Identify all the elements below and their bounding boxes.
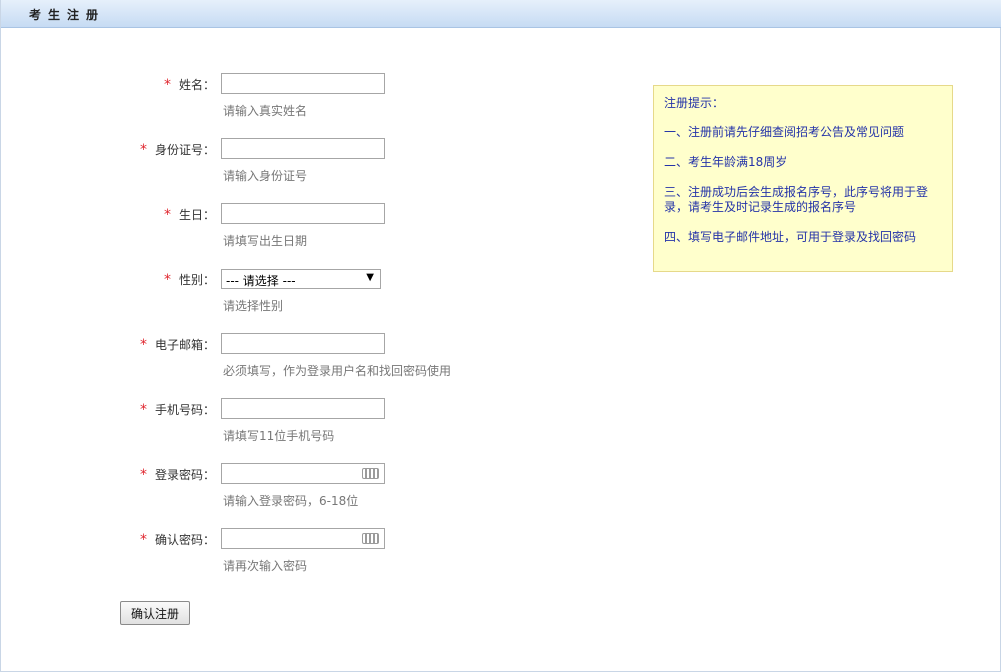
- phone-hint: 请填写11位手机号码: [223, 429, 335, 443]
- tips-item: 二、考生年龄满18周岁: [664, 155, 788, 169]
- gender-hint: 请选择性别: [223, 299, 284, 313]
- required-mark: *: [139, 337, 147, 353]
- phone-input[interactable]: [221, 398, 385, 419]
- birthday-label: * 生日：: [163, 207, 215, 223]
- id-number-input[interactable]: [221, 138, 385, 159]
- keyboard-icon[interactable]: [362, 533, 379, 544]
- tips-item: 一、注册前请先仔细查阅招考公告及常见问题: [664, 125, 905, 139]
- confirm-password-field: [221, 528, 385, 549]
- phone-label: * 手机号码：: [139, 402, 215, 418]
- email-hint: 必须填写，作为登录用户名和找回密码使用: [223, 364, 452, 378]
- tips-item: 四、填写电子邮件地址，可用于登录及找回密码: [664, 230, 917, 244]
- gender-selected-value: --- 请选择 ---: [226, 274, 296, 288]
- id-number-label: * 身份证号：: [139, 142, 215, 158]
- required-mark: *: [163, 77, 171, 93]
- page-title: 考生注册: [29, 8, 106, 22]
- required-mark: *: [163, 207, 171, 223]
- password-hint: 请输入登录密码，6-18位: [223, 494, 359, 508]
- required-mark: *: [139, 467, 147, 483]
- password-input[interactable]: [222, 464, 356, 483]
- required-mark: *: [139, 402, 147, 418]
- email-label: * 电子邮箱：: [139, 337, 215, 353]
- keyboard-icon[interactable]: [362, 468, 379, 479]
- name-hint: 请输入真实姓名: [223, 104, 308, 118]
- gender-select[interactable]: --- 请选择 --- ▼: [221, 269, 381, 289]
- email-input[interactable]: [221, 333, 385, 354]
- required-mark: *: [139, 142, 147, 158]
- confirm-password-hint: 请再次输入密码: [223, 559, 308, 573]
- registration-page: 考生注册 * 姓名： 请输入真实姓名 * 身份证号： 请输入身份证号 * 生日： 请填…: [0, 0, 1001, 672]
- password-field: [221, 463, 385, 484]
- registration-tips-box: 注册提示： 一、注册前请先仔细查阅招考公告及常见问题 二、考生年龄满18周岁 三…: [653, 85, 953, 272]
- tips-title: 注册提示：: [664, 96, 725, 110]
- password-label: * 登录密码：: [139, 467, 215, 483]
- required-mark: *: [163, 272, 171, 288]
- required-mark: *: [139, 532, 147, 548]
- dropdown-arrow-icon: ▼: [366, 272, 374, 283]
- birthday-input[interactable]: [221, 203, 385, 224]
- confirm-password-label: * 确认密码：: [139, 532, 215, 548]
- tips-item: 三、注册成功后会生成报名序号，此序号将用于登录，请考生及时记录生成的报名序号: [664, 185, 929, 214]
- gender-label: * 性别：: [163, 272, 215, 288]
- name-input[interactable]: [221, 73, 385, 94]
- birthday-hint: 请填写出生日期: [223, 234, 308, 248]
- confirm-password-input[interactable]: [222, 529, 356, 548]
- name-label: * 姓名：: [163, 77, 215, 93]
- id-number-hint: 请输入身份证号: [223, 169, 308, 183]
- page-header: 考生注册: [1, 0, 1001, 28]
- submit-registration-button[interactable]: 确认注册: [120, 601, 190, 625]
